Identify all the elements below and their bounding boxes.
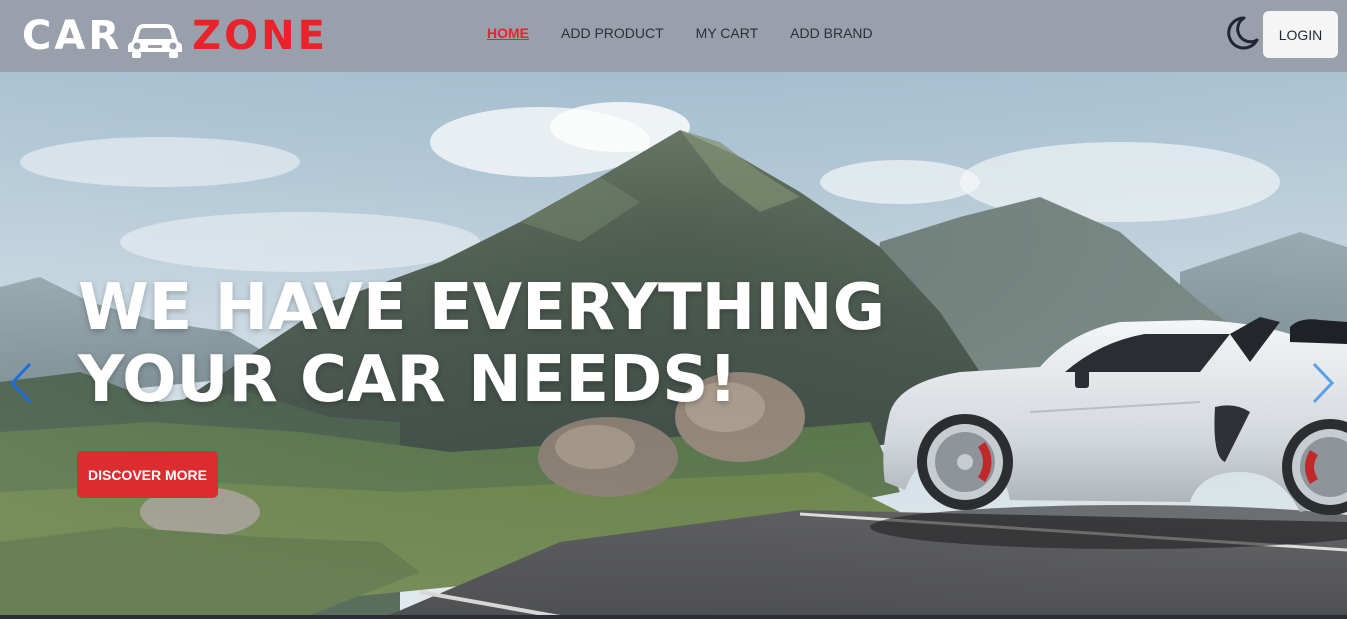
car-logo-icon bbox=[128, 24, 183, 58]
chevron-right-icon[interactable] bbox=[1308, 360, 1338, 406]
hero-carousel: WE HAVE EVERYTHING YOUR CAR NEEDS! DISCO… bbox=[0, 72, 1347, 619]
main-nav: HOME ADD PRODUCT MY CART ADD BRAND bbox=[487, 25, 873, 41]
nav-home[interactable]: HOME bbox=[487, 25, 529, 41]
discover-more-button[interactable]: DISCOVER MORE bbox=[77, 451, 218, 498]
hero-headline: WE HAVE EVERYTHING YOUR CAR NEEDS! bbox=[78, 272, 885, 416]
logo-text-zone: ZONE bbox=[192, 13, 328, 59]
login-button[interactable]: LOGIN bbox=[1263, 11, 1338, 58]
navbar: CAR ZONE HOME ADD PRODUCT MY CART ADD BR… bbox=[0, 0, 1347, 72]
moon-icon[interactable] bbox=[1222, 14, 1260, 52]
hero-headline-line-1: WE HAVE EVERYTHING bbox=[78, 271, 886, 345]
logo-text-car: CAR bbox=[22, 13, 123, 59]
brand-logo[interactable]: CAR ZONE bbox=[22, 12, 328, 60]
nav-add-product[interactable]: ADD PRODUCT bbox=[561, 25, 664, 41]
hero-headline-line-2: YOUR CAR NEEDS! bbox=[78, 343, 738, 417]
chevron-left-icon[interactable] bbox=[6, 360, 36, 406]
nav-my-cart[interactable]: MY CART bbox=[696, 25, 759, 41]
page-bottom-edge bbox=[0, 615, 1347, 619]
nav-add-brand[interactable]: ADD BRAND bbox=[790, 25, 872, 41]
